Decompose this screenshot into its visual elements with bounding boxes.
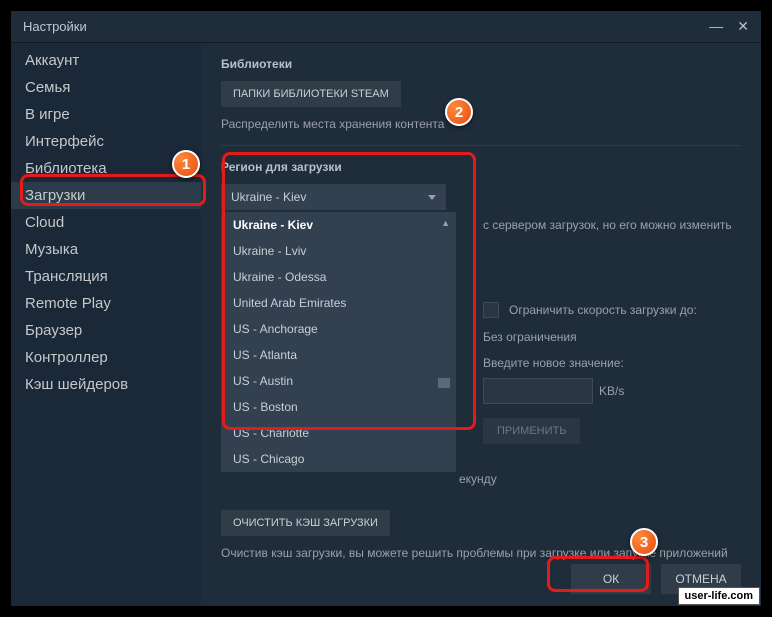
sidebar-item-cloud[interactable]: Cloud (11, 209, 201, 236)
region-title: Регион для загрузки (221, 160, 741, 174)
sidebar-item-browser[interactable]: Браузер (11, 317, 201, 344)
content-panel: Библиотеки ПАПКИ БИБЛИОТЕКИ STEAM Распре… (201, 43, 761, 606)
sidebar: Аккаунт Семья В игре Интерфейс Библиотек… (11, 43, 201, 606)
chevron-down-icon (428, 195, 436, 200)
region-dropdown: ▲ Ukraine - Kiev Ukraine - Lviv Ukraine … (221, 212, 456, 472)
region-hint-tail: с сервером загрузок, но его можно измени… (483, 218, 741, 232)
sidebar-item-interface[interactable]: Интерфейс (11, 128, 201, 155)
region-option[interactable]: Ukraine - Lviv (221, 238, 456, 264)
region-option[interactable]: US - Anchorage (221, 316, 456, 342)
sidebar-item-controller[interactable]: Контроллер (11, 344, 201, 371)
tail-text: екунду (459, 472, 497, 486)
sidebar-item-downloads[interactable]: Загрузки (11, 182, 201, 209)
region-select[interactable]: Ukraine - Kiev (221, 184, 446, 210)
region-selected-value: Ukraine - Kiev (231, 190, 306, 204)
libraries-title: Библиотеки (221, 57, 741, 71)
speed-input[interactable] (483, 378, 593, 404)
ok-button[interactable]: ОК (571, 564, 651, 594)
window-title: Настройки (23, 19, 87, 34)
minimize-icon[interactable]: — (709, 18, 723, 35)
scroll-up-icon[interactable]: ▲ (441, 218, 450, 228)
region-option[interactable]: US - Boston (221, 394, 456, 420)
sidebar-item-broadcast[interactable]: Трансляция (11, 263, 201, 290)
no-limit-label: Без ограничения (483, 330, 741, 344)
steam-library-folders-button[interactable]: ПАПКИ БИБЛИОТЕКИ STEAM (221, 81, 401, 107)
sidebar-item-family[interactable]: Семья (11, 74, 201, 101)
limit-speed-label: Ограничить скорость загрузки до: (509, 303, 697, 317)
limit-speed-checkbox[interactable] (483, 302, 499, 318)
speed-unit: KB/s (599, 384, 624, 398)
region-option[interactable]: US - Chicago (221, 446, 456, 472)
keyboard-icon (438, 378, 450, 388)
region-option[interactable]: US - Atlanta (221, 342, 456, 368)
region-option[interactable]: US - Charlotte (221, 420, 456, 446)
region-option[interactable]: Ukraine - Odessa (221, 264, 456, 290)
region-option[interactable]: US - Austin (221, 368, 456, 394)
close-icon[interactable]: ✕ (737, 18, 749, 35)
apply-button[interactable]: ПРИМЕНИТЬ (483, 418, 580, 444)
titlebar: Настройки — ✕ (11, 11, 761, 43)
watermark: user-life.com (678, 587, 760, 605)
sidebar-item-music[interactable]: Музыка (11, 236, 201, 263)
sidebar-item-shadercache[interactable]: Кэш шейдеров (11, 371, 201, 398)
clear-download-cache-button[interactable]: ОЧИСТИТЬ КЭШ ЗАГРУЗКИ (221, 510, 390, 536)
annotation-marker-1: 1 (172, 150, 200, 178)
annotation-marker-2: 2 (445, 98, 473, 126)
sidebar-item-ingame[interactable]: В игре (11, 101, 201, 128)
clear-cache-desc: Очистив кэш загрузки, вы можете решить п… (221, 546, 741, 560)
sidebar-item-account[interactable]: Аккаунт (11, 47, 201, 74)
region-option[interactable]: Ukraine - Kiev (221, 212, 456, 238)
libraries-desc: Распределить места хранения контента (221, 117, 741, 131)
enter-new-label: Введите новое значение: (483, 356, 741, 370)
divider (221, 145, 741, 146)
sidebar-item-remoteplay[interactable]: Remote Play (11, 290, 201, 317)
region-option[interactable]: United Arab Emirates (221, 290, 456, 316)
annotation-marker-3: 3 (630, 528, 658, 556)
